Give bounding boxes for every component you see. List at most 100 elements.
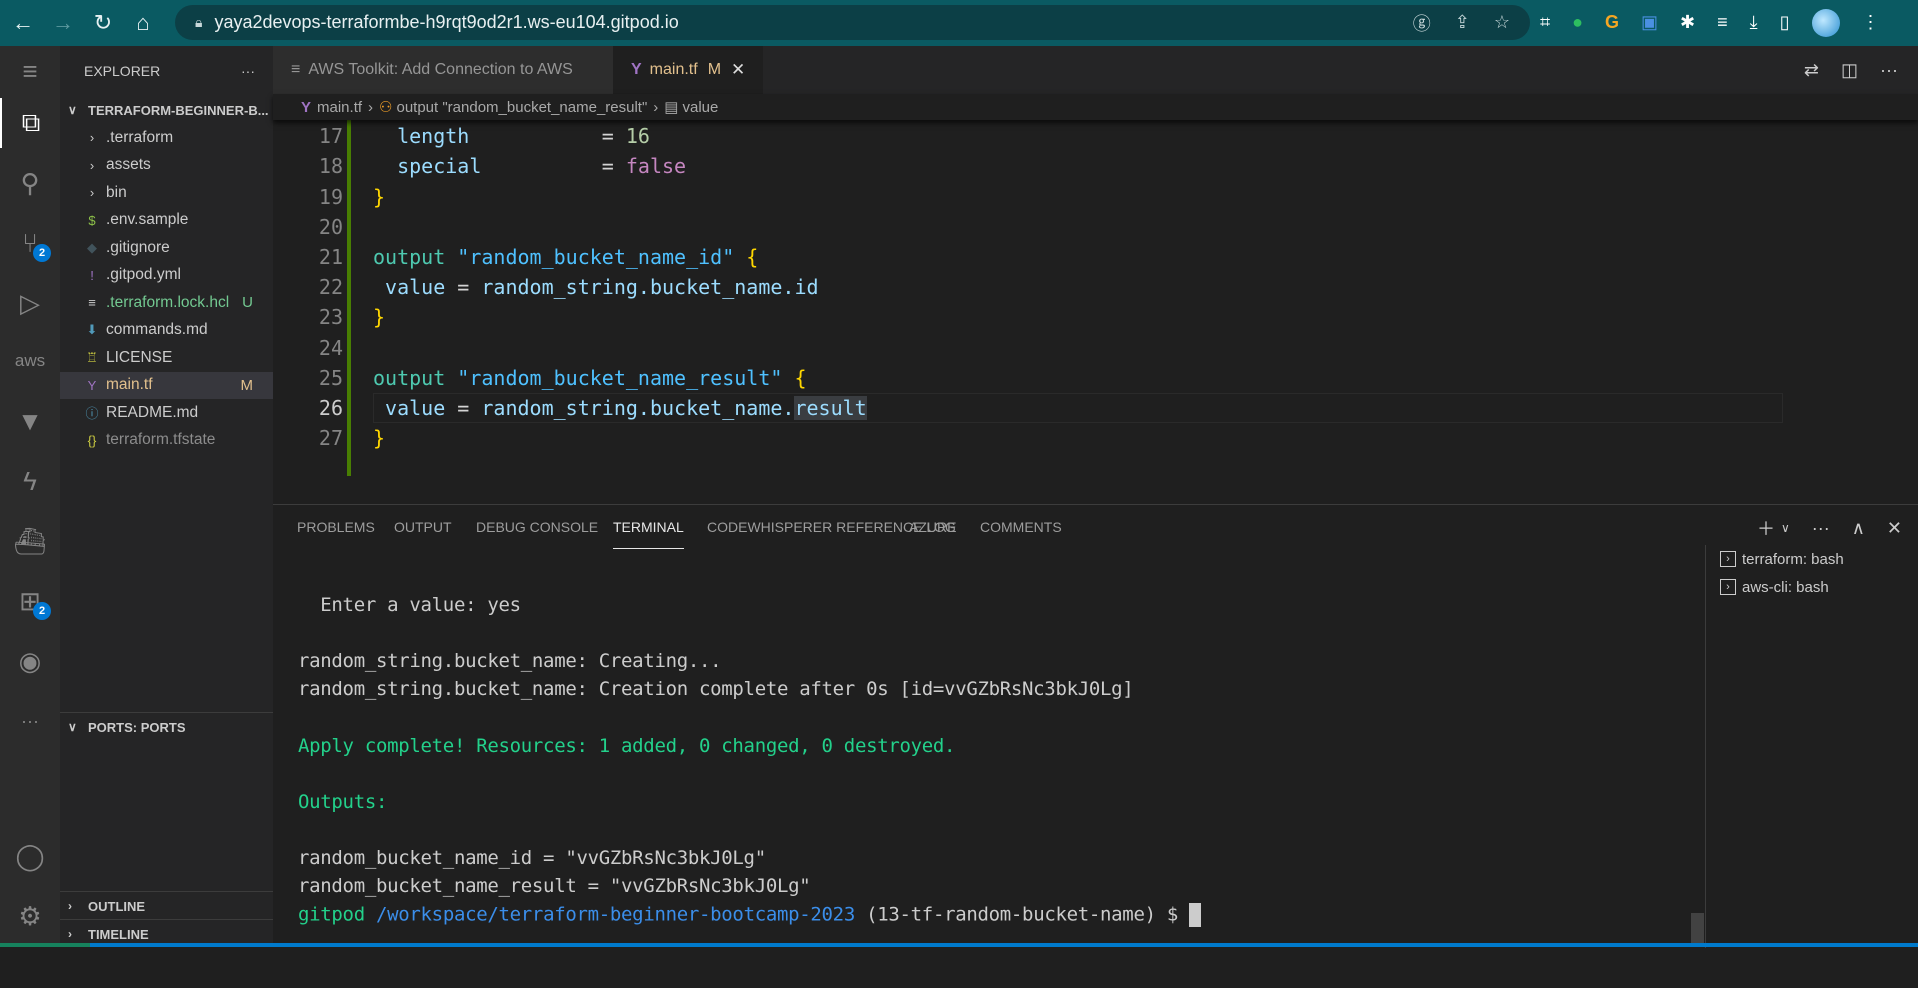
code-line[interactable]: 23} [273, 302, 1773, 332]
workspace-root[interactable]: ∨ TERRAFORM-BEGINNER-B... [60, 96, 273, 124]
file-tree-item[interactable]: ! .gitpod.yml [60, 262, 273, 290]
file-tree-item[interactable]: Ymain.tf M [60, 371, 273, 399]
chevron-right-icon: › [68, 927, 72, 941]
file-tree-item[interactable]: › bin [60, 179, 273, 207]
aws-icon[interactable]: aws [0, 336, 60, 386]
file-name: .terraform [106, 128, 174, 146]
line-number: 17 [318, 124, 343, 149]
code-line[interactable]: 22 value = random_string.bucket_name.id [273, 272, 1773, 302]
code-token: random_string.bucket_name. [481, 396, 795, 420]
breadcrumb-file[interactable]: main.tf [317, 99, 362, 116]
code-token: { [794, 365, 807, 390]
screenshot-icon[interactable]: ⌗ [1540, 12, 1550, 33]
forward-arrow-icon[interactable]: → [46, 6, 80, 40]
sidepanel-icon[interactable]: ▯ [1780, 12, 1790, 33]
code-line[interactable]: 19} [273, 182, 1773, 212]
close-icon[interactable]: ✕ [731, 60, 745, 80]
menu-icon[interactable]: ≡ [0, 46, 60, 96]
docker-icon[interactable]: ⛴ [0, 516, 60, 566]
terminal-instance[interactable]: › terraform: bash [1706, 545, 1918, 573]
chevron-down-icon[interactable]: ∨ [1781, 521, 1790, 535]
share-icon[interactable]: ⇪ [1455, 12, 1470, 33]
code-text: output "random_bucket_name_id" { [373, 242, 758, 272]
file-tree-item[interactable]: › .terraform [60, 124, 273, 152]
github-icon[interactable]: ◉ [0, 636, 60, 686]
code-line[interactable]: 17 length = 16 [273, 121, 1773, 151]
file-tree-item[interactable]: {} terraform.tfstate [60, 427, 273, 455]
thunder-client-icon[interactable]: ϟ [0, 456, 60, 506]
line-number: 21 [318, 245, 343, 269]
ports-section-header[interactable]: ∨ PORTS: PORTS [60, 713, 273, 741]
file-tree-item[interactable]: ≡ .terraform.lock.hcl U [60, 289, 273, 317]
tab-main-tf[interactable]: Y main.tf M ✕ [613, 46, 763, 94]
run-debug-icon[interactable]: ▷ [0, 278, 60, 328]
breadcrumb-symbol[interactable]: output "random_bucket_name_result" [396, 99, 647, 116]
reload-icon[interactable]: ↻ [86, 6, 120, 40]
more-actions-icon[interactable]: ··· [1812, 518, 1830, 539]
close-panel-icon[interactable]: ✕ [1887, 518, 1902, 539]
grammarly-icon[interactable]: G [1605, 12, 1619, 33]
terraform-icon[interactable]: ▼ [0, 396, 60, 446]
code-token: = [457, 275, 482, 300]
code-line[interactable]: 21 output "random_bucket_name_id" { [273, 242, 1773, 272]
new-terminal-icon[interactable]: ＋ [1757, 515, 1775, 541]
remote-indicator[interactable] [0, 943, 90, 947]
more-icon[interactable]: ··· [0, 696, 60, 746]
file-tree-item[interactable]: $ .env.sample [60, 207, 273, 235]
extensions-icon[interactable]: ⊞ 2 [0, 576, 60, 626]
maximize-panel-icon[interactable]: ∧ [1852, 518, 1865, 539]
code-line[interactable]: 26 value = random_string.bucket_name.res… [273, 393, 1773, 423]
document-icon: ≡ [291, 61, 301, 78]
split-editor-icon[interactable]: ◫ [1841, 60, 1858, 81]
status-bar [0, 943, 1918, 947]
translate-icon[interactable]: ⓖ [1413, 10, 1431, 36]
media-queue-icon[interactable]: ≡ [1717, 12, 1728, 33]
explorer-more-icon[interactable]: ··· [241, 63, 255, 79]
breadcrumb-leaf[interactable]: value [682, 99, 718, 116]
address-bar[interactable]: 🔒︎ yaya2devops-terraformbe-h9rqt9od2r1.w… [175, 5, 1530, 40]
code-line[interactable]: 18 special = false [273, 151, 1773, 181]
home-icon[interactable]: ⌂ [126, 6, 160, 40]
terminal-instance[interactable]: › aws-cli: bash [1706, 573, 1918, 601]
url-text[interactable]: yaya2devops-terraformbe-h9rqt9od2r1.ws-e… [214, 12, 678, 33]
code-editor[interactable]: 16resource "random_string" "bucket_name"… [273, 94, 1918, 504]
terminal-output[interactable]: Enter a value: yes random_string.bucket_n… [298, 505, 1678, 948]
file-name: .terraform.lock.hcl [106, 293, 230, 311]
file-tree-item[interactable]: ⬇ commands.md [60, 317, 273, 345]
code-line[interactable]: 24 [273, 333, 1773, 363]
code-token: { [746, 245, 759, 269]
tab-aws-toolkit[interactable]: ≡ AWS Toolkit: Add Connection to AWS [273, 46, 613, 94]
folder-chevron-icon: › [89, 185, 95, 201]
menu-kebab-icon[interactable]: ⋮ [1862, 12, 1880, 33]
terminal-prompt[interactable]: gitpod /workspace/terraform-beginner-boo… [298, 903, 1202, 928]
more-actions-icon[interactable]: ··· [1880, 60, 1898, 81]
terminal-scrollbar[interactable] [1691, 913, 1704, 943]
extensions-puzzle-icon[interactable]: ✱ [1680, 12, 1695, 33]
accounts-icon[interactable]: ◯ [0, 831, 60, 881]
file-name: commands.md [106, 321, 208, 339]
file-tree-item[interactable]: ⓘ README.md [60, 399, 273, 427]
lock-icon[interactable]: 🔒︎ [195, 14, 202, 31]
file-tree-item[interactable]: ♖ LICENSE [60, 344, 273, 372]
file-tree-item[interactable]: › assets [60, 152, 273, 180]
code-line[interactable]: 20 [273, 212, 1773, 242]
back-arrow-icon[interactable]: ← [6, 6, 40, 40]
search-icon[interactable]: ⚲ [0, 158, 60, 208]
download-icon[interactable]: ⤓ [1750, 12, 1758, 33]
terminal-ext-icon[interactable]: ▣ [1641, 12, 1658, 33]
outline-section-header[interactable]: › OUTLINE [60, 892, 273, 920]
source-control-badge: 2 [33, 244, 51, 262]
compare-changes-icon[interactable]: ⇄ [1804, 60, 1819, 81]
profile-avatar[interactable] [1811, 8, 1840, 37]
evernote-icon[interactable]: ● [1572, 12, 1583, 33]
code-line[interactable]: 25 output "random_bucket_name_result" { [273, 363, 1773, 393]
manage-gear-icon[interactable]: ⚙ [0, 891, 60, 941]
code-line[interactable]: 27} [273, 423, 1773, 453]
terraform-file-icon: Y [301, 98, 312, 116]
bookmark-star-icon[interactable]: ☆ [1494, 12, 1510, 33]
file-tree-item[interactable]: ◆ .gitignore [60, 234, 273, 262]
explorer-icon[interactable]: ⧉ [0, 98, 60, 148]
code-token: special [373, 154, 602, 179]
source-control-icon[interactable]: ⑂ 2 [0, 218, 60, 268]
explorer-sidebar: EXPLORER ··· ∨ TERRAFORM-BEGINNER-B... ›… [60, 46, 273, 947]
